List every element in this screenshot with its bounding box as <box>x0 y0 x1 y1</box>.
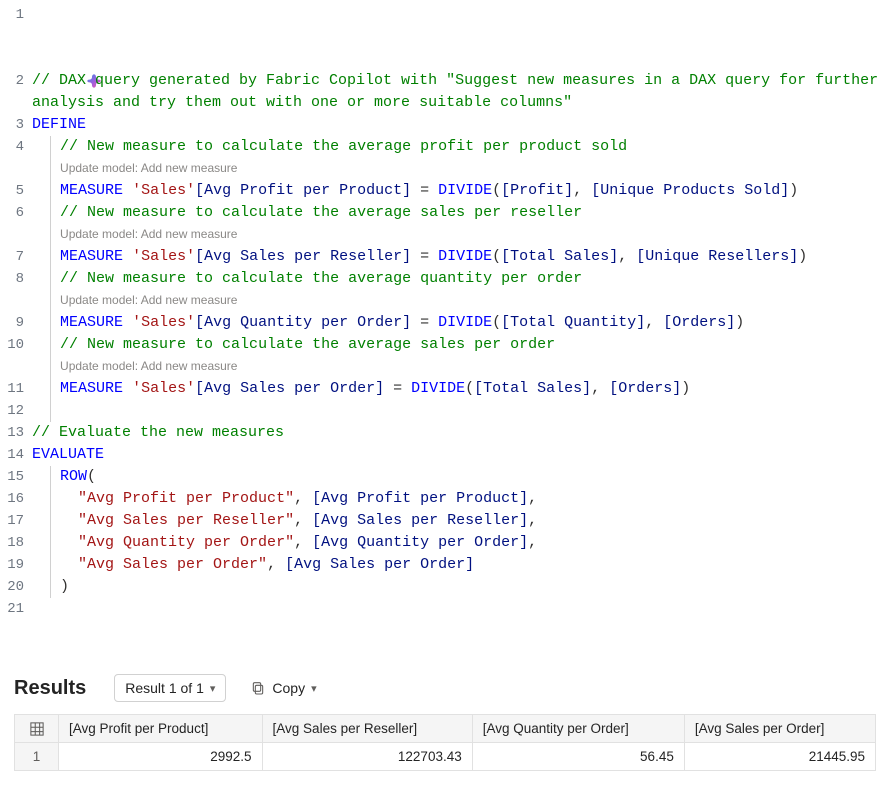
copy-icon <box>250 680 266 696</box>
line-number: 2 <box>0 70 32 92</box>
results-title: Results <box>14 677 86 700</box>
column-header[interactable]: [Avg Sales per Order] <box>684 715 875 743</box>
code-line: 5 MEASURE 'Sales'[Avg Profit per Product… <box>0 180 890 202</box>
comment: // New measure to calculate the average … <box>60 270 582 287</box>
row-index: 1 <box>15 743 59 771</box>
code-line: 8 // New measure to calculate the averag… <box>0 268 890 290</box>
line-number: 18 <box>0 532 32 554</box>
column-header[interactable]: [Avg Sales per Reseller] <box>262 715 472 743</box>
code-line: 7 MEASURE 'Sales'[Avg Sales per Reseller… <box>0 246 890 268</box>
cell: 56.45 <box>472 743 684 771</box>
line-number: 12 <box>0 400 32 422</box>
cell: 21445.95 <box>684 743 875 771</box>
table-corner-cell <box>15 715 59 743</box>
results-toolbar: Results Result 1 of 1 ▾ Copy ▾ <box>0 666 890 710</box>
column-header[interactable]: [Avg Quantity per Order] <box>472 715 684 743</box>
line-number: 19 <box>0 554 32 576</box>
comment: // New measure to calculate the average … <box>60 204 582 221</box>
code-line: 4 // New measure to calculate the averag… <box>0 136 890 158</box>
code-line: 14 EVALUATE <box>0 444 890 466</box>
comment: // New measure to calculate the average … <box>60 336 555 353</box>
line-number: 21 <box>0 598 32 620</box>
line-number: 14 <box>0 444 32 466</box>
code-line: 13 // Evaluate the new measures <box>0 422 890 444</box>
code-line: 18 "Avg Quantity per Order", [Avg Quanti… <box>0 532 890 554</box>
result-selector-button[interactable]: Result 1 of 1 ▾ <box>114 674 226 702</box>
code-line: 16 "Avg Profit per Product", [Avg Profit… <box>0 488 890 510</box>
code-line: 2 // DAX query generated by Fabric Copil… <box>0 70 890 114</box>
codelens-hint[interactable]: Update model: Add new measure <box>0 290 890 312</box>
add-measure-hint[interactable]: Update model: Add new measure <box>60 359 237 373</box>
chevron-down-icon: ▾ <box>210 682 216 695</box>
codelens-hint[interactable]: Update model: Add new measure <box>0 356 890 378</box>
table-row[interactable]: 1 2992.5 122703.43 56.45 21445.95 <box>15 743 876 771</box>
result-selector-label: Result 1 of 1 <box>125 680 204 696</box>
code-line: 15 ROW( <box>0 466 890 488</box>
code-line: 3 DEFINE <box>0 114 890 136</box>
add-measure-hint[interactable]: Update model: Add new measure <box>60 293 237 307</box>
comment: // Evaluate the new measures <box>32 424 284 441</box>
cell: 2992.5 <box>59 743 263 771</box>
code-line: 11 MEASURE 'Sales'[Avg Sales per Order] … <box>0 378 890 400</box>
line-number: 15 <box>0 466 32 488</box>
line-number: 9 <box>0 312 32 334</box>
code-line: 12 <box>0 400 890 422</box>
line-number: 1 <box>0 4 32 26</box>
line-number: 6 <box>0 202 32 224</box>
copilot-icon <box>86 29 102 45</box>
chevron-down-icon: ▾ <box>311 682 317 695</box>
add-measure-hint[interactable]: Update model: Add new measure <box>60 227 237 241</box>
comment: // New measure to calculate the average … <box>60 138 627 155</box>
line-number: 13 <box>0 422 32 444</box>
grid-icon <box>25 722 48 736</box>
line-number: 10 <box>0 334 32 356</box>
line-number: 20 <box>0 576 32 598</box>
code-line: 19 "Avg Sales per Order", [Avg Sales per… <box>0 554 890 576</box>
code-line: 17 "Avg Sales per Reseller", [Avg Sales … <box>0 510 890 532</box>
comment: // DAX query generated by Fabric Copilot… <box>32 72 887 111</box>
code-line: 6 // New measure to calculate the averag… <box>0 202 890 224</box>
keyword-evaluate: EVALUATE <box>32 446 104 463</box>
keyword-define: DEFINE <box>32 116 86 133</box>
code-line: 20 ) <box>0 576 890 598</box>
line-number: 4 <box>0 136 32 158</box>
line-number: 17 <box>0 510 32 532</box>
line-number: 3 <box>0 114 32 136</box>
line-number: 16 <box>0 488 32 510</box>
copy-label: Copy <box>272 680 305 696</box>
codelens-hint[interactable]: Update model: Add new measure <box>0 224 890 246</box>
code-line: 9 MEASURE 'Sales'[Avg Quantity per Order… <box>0 312 890 334</box>
results-table[interactable]: [Avg Profit per Product] [Avg Sales per … <box>14 714 876 771</box>
line-number: 8 <box>0 268 32 290</box>
line-number: 5 <box>0 180 32 202</box>
code-line: 1 <box>0 4 890 70</box>
add-measure-hint[interactable]: Update model: Add new measure <box>60 161 237 175</box>
column-header[interactable]: [Avg Profit per Product] <box>59 715 263 743</box>
line-number: 7 <box>0 246 32 268</box>
copy-button[interactable]: Copy ▾ <box>242 675 324 701</box>
code-editor[interactable]: 1 2 // DAX query generated by Fabric Cop… <box>0 0 890 636</box>
code-line: 10 // New measure to calculate the avera… <box>0 334 890 356</box>
codelens-hint[interactable]: Update model: Add new measure <box>0 158 890 180</box>
line-number: 11 <box>0 378 32 400</box>
code-line: 21 <box>0 598 890 620</box>
table-header-row: [Avg Profit per Product] [Avg Sales per … <box>15 715 876 743</box>
cell: 122703.43 <box>262 743 472 771</box>
